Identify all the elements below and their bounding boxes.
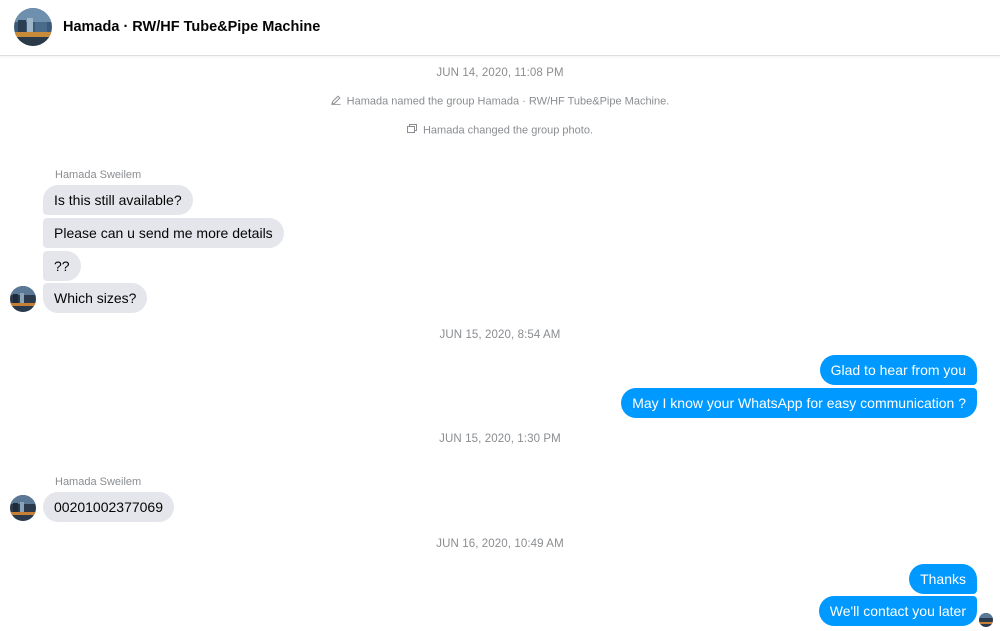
timestamp: JUN 16, 2020, 10:49 AM bbox=[436, 538, 564, 550]
sender-name: Hamada Sweilem bbox=[55, 169, 142, 181]
outgoing-message[interactable]: We'll contact you later bbox=[818, 596, 977, 626]
system-message: Hamada named the group Hamada · RW/HF Tu… bbox=[0, 95, 1000, 108]
timestamp: JUN 15, 2020, 1:30 PM bbox=[439, 433, 561, 445]
system-message-text: Hamada named the group Hamada · RW/HF Tu… bbox=[346, 95, 670, 108]
outgoing-message[interactable]: Thanks bbox=[909, 564, 977, 594]
outgoing-message[interactable]: May I know your WhatsApp for easy commun… bbox=[621, 388, 977, 418]
incoming-message[interactable]: ?? bbox=[43, 251, 81, 281]
conversation-header: Hamada · RW/HF Tube&Pipe Machine bbox=[0, 0, 1000, 56]
incoming-message[interactable]: Which sizes? bbox=[43, 283, 148, 313]
group-avatar[interactable] bbox=[14, 8, 52, 46]
photo-icon bbox=[406, 124, 417, 137]
incoming-message[interactable]: Please can u send me more details bbox=[43, 218, 284, 248]
timestamp: JUN 14, 2020, 11:08 PM bbox=[436, 67, 564, 79]
sender-avatar[interactable] bbox=[10, 286, 36, 312]
conversation-title[interactable]: Hamada · RW/HF Tube&Pipe Machine bbox=[63, 19, 320, 35]
system-message: Hamada changed the group photo. bbox=[0, 124, 1000, 137]
pencil-icon bbox=[330, 95, 341, 108]
incoming-message[interactable]: 00201002377069 bbox=[43, 492, 175, 522]
timestamp: JUN 15, 2020, 8:54 AM bbox=[439, 329, 561, 341]
read-receipt-avatar bbox=[979, 613, 993, 627]
sender-avatar[interactable] bbox=[10, 495, 36, 521]
incoming-message[interactable]: Is this still available? bbox=[43, 185, 193, 215]
sender-name: Hamada Sweilem bbox=[55, 476, 142, 488]
system-message-text: Hamada changed the group photo. bbox=[422, 124, 594, 137]
outgoing-message[interactable]: Glad to hear from you bbox=[819, 355, 977, 385]
